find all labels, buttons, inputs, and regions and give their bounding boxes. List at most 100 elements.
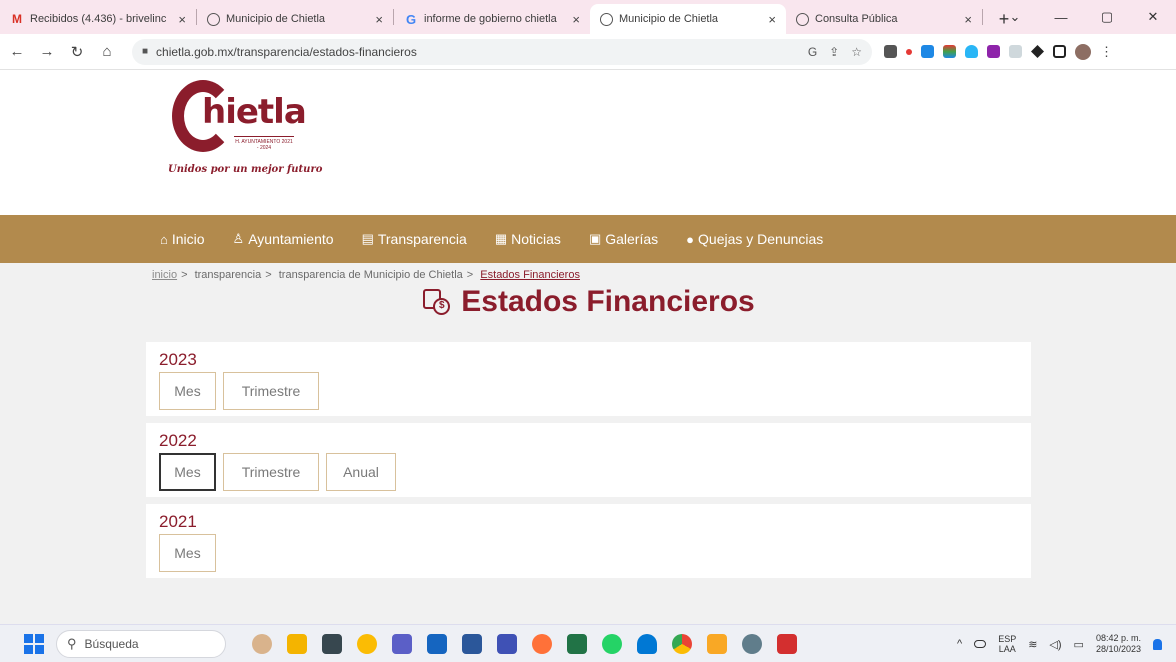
year-label: 2022	[159, 431, 197, 450]
browser-tab[interactable]: Municipio de Chietla ×	[197, 4, 393, 34]
anual-button[interactable]: Anual	[326, 453, 396, 491]
extension-icon[interactable]	[965, 45, 978, 58]
share-icon[interactable]: ⇪	[829, 45, 839, 59]
app-icon[interactable]	[497, 633, 517, 654]
app-icon[interactable]	[742, 633, 762, 654]
forward-button[interactable]: →	[34, 43, 60, 60]
search-placeholder: Búsqueda	[84, 636, 139, 651]
teams-icon[interactable]	[392, 633, 412, 654]
breadcrumb-item-inicio[interactable]: inicio	[152, 269, 177, 281]
extension-icon[interactable]	[884, 45, 897, 58]
logo-ayuntamiento: H. AYUNTAMIENTO 2021 - 2024	[234, 136, 294, 151]
lang-top: ESP	[998, 634, 1017, 644]
browser-tab-active[interactable]: Municipio de Chietla ×	[590, 4, 786, 34]
firefox-icon[interactable]	[532, 633, 552, 654]
google-lens-icon[interactable]: G	[808, 45, 817, 59]
folder-icon[interactable]	[707, 633, 727, 654]
breadcrumb-item-transparencia[interactable]: transparencia	[195, 269, 262, 281]
home-icon: ⌂	[160, 231, 168, 247]
trimestre-button[interactable]: Trimestre	[223, 372, 319, 410]
clock-date: 28/10/2023	[1095, 644, 1141, 654]
battery-icon[interactable]: ▭	[1074, 638, 1084, 651]
breadcrumb-separator: >	[265, 269, 272, 281]
address-bar[interactable]: ■ chietla.gob.mx/transparencia/estados-f…	[132, 38, 872, 65]
site-logo[interactable]: hietla H. AYUNTAMIENTO 2021 - 2024 Unido…	[168, 80, 322, 180]
nav-item-quejas[interactable]: ● Quejas y Denuncias	[686, 231, 823, 247]
maximize-button[interactable]: ▢	[1084, 9, 1130, 25]
extension-icon[interactable]	[906, 48, 912, 55]
close-icon[interactable]: ×	[964, 12, 972, 27]
tab-title: informe de gobierno chietla	[424, 13, 557, 25]
widgets-icon[interactable]	[252, 633, 272, 654]
nav-label: Ayuntamiento	[248, 231, 334, 247]
browser-tab[interactable]: M Recibidos (4.436) - brivelinc ×	[0, 4, 196, 34]
google-icon: G	[405, 11, 417, 27]
extension-icon[interactable]	[987, 45, 1000, 58]
year-card-2022: 2022 Mes Trimestre Anual	[146, 423, 1031, 497]
logo-tagline: Unidos por un mejor futuro	[168, 164, 323, 175]
lock-icon[interactable]: ■	[142, 46, 148, 57]
minimize-button[interactable]: —	[1038, 10, 1084, 25]
tab-search-icon[interactable]: ⌄	[992, 9, 1038, 25]
reload-button[interactable]: ↻	[64, 43, 90, 61]
nav-item-galerias[interactable]: ▣ Galerías	[589, 231, 658, 247]
breadcrumb: inicio > transparencia > transparencia de …	[152, 269, 580, 281]
app-icon[interactable]	[357, 633, 377, 654]
extensions-puzzle-icon[interactable]	[1031, 45, 1044, 58]
acrobat-icon[interactable]	[777, 633, 797, 654]
extension-icon[interactable]	[943, 45, 956, 58]
nav-item-noticias[interactable]: ▦ Noticias	[495, 231, 561, 247]
profile-avatar[interactable]	[1075, 43, 1091, 60]
close-icon[interactable]: ×	[768, 12, 776, 27]
language-indicator[interactable]: ESP LAA	[998, 634, 1016, 654]
tab-title: Consulta Pública	[815, 13, 898, 25]
extension-icon[interactable]	[1009, 45, 1022, 58]
clock[interactable]: 08:42 p. m. 28/10/2023	[1096, 633, 1141, 655]
back-button[interactable]: ←	[4, 43, 30, 60]
mes-button[interactable]: Mes	[159, 372, 216, 410]
volume-icon[interactable]: ◁)	[1049, 638, 1061, 651]
document-icon: ▤	[361, 231, 374, 246]
browser-tab[interactable]: Consulta Pública ×	[786, 4, 982, 34]
logo-brand: hietla	[202, 92, 307, 132]
breadcrumb-item-current[interactable]: Estados Financieros	[480, 269, 580, 281]
excel-icon[interactable]	[567, 633, 587, 654]
mail-icon[interactable]	[427, 633, 447, 654]
bookmark-star-icon[interactable]: ☆	[851, 45, 862, 59]
nav-label: Inicio	[171, 231, 205, 247]
menu-kebab-icon[interactable]: ⋮	[1100, 44, 1113, 60]
side-panel-icon[interactable]	[1053, 45, 1066, 58]
browser-tab[interactable]: G informe de gobierno chietla ×	[394, 4, 590, 34]
close-icon[interactable]: ×	[178, 12, 186, 27]
close-icon[interactable]: ×	[375, 12, 383, 27]
whatsapp-icon[interactable]	[602, 633, 622, 654]
page-title-text: Estados Financieros	[461, 285, 755, 318]
notification-bell-icon[interactable]	[1153, 638, 1162, 650]
os-taskbar: ⚲ Búsqueda ^ ESP LAA ≋ ◁) ▭ 08:42 p. m. …	[0, 624, 1176, 662]
tab-title: Recibidos (4.436) - brivelinc	[30, 13, 167, 25]
breadcrumb-item-municipio[interactable]: transparencia de Municipio de Chietla	[279, 269, 463, 281]
cloud-icon[interactable]	[974, 640, 987, 648]
onedrive-icon[interactable]	[637, 633, 657, 654]
tray-chevron-icon[interactable]: ^	[957, 638, 962, 650]
windows-start-icon[interactable]	[24, 633, 44, 654]
nav-item-ayuntamiento[interactable]: ♙ Ayuntamiento	[233, 231, 334, 247]
url-text[interactable]: chietla.gob.mx/transparencia/estados-fin…	[156, 45, 808, 59]
home-button[interactable]: ⌂	[94, 43, 120, 60]
file-explorer-icon[interactable]	[322, 633, 342, 654]
mes-button[interactable]: Mes	[159, 534, 216, 572]
close-icon[interactable]: ×	[572, 12, 580, 27]
app-icon[interactable]	[287, 633, 307, 654]
nav-item-inicio[interactable]: ⌂ Inicio	[160, 231, 205, 247]
wifi-icon[interactable]: ≋	[1028, 638, 1037, 651]
trimestre-button[interactable]: Trimestre	[223, 453, 319, 491]
close-window-button[interactable]: ✕	[1130, 9, 1176, 25]
info-icon: ●	[686, 231, 695, 247]
extension-icon[interactable]	[921, 45, 934, 58]
nav-item-transparencia[interactable]: ▤ Transparencia	[362, 231, 467, 247]
word-icon[interactable]	[462, 633, 482, 654]
coin-shape: $	[433, 298, 451, 315]
chrome-icon[interactable]	[672, 633, 692, 654]
mes-button[interactable]: Mes	[159, 453, 216, 491]
taskbar-search[interactable]: ⚲ Búsqueda	[56, 629, 226, 658]
